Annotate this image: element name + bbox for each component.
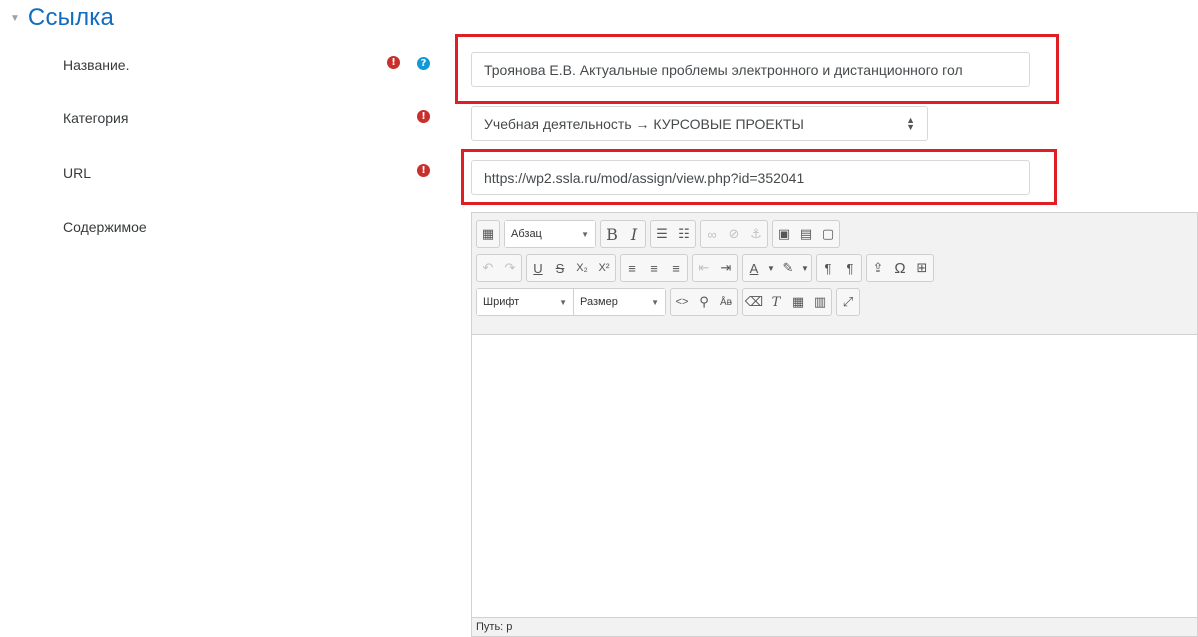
background-color-icon[interactable]: ✎ <box>777 255 799 281</box>
bold-icon[interactable]: B <box>601 221 623 247</box>
anchor-icon[interactable]: ⚓ <box>745 221 767 247</box>
image-icon[interactable]: ▣ <box>773 221 795 247</box>
highlight-box-name <box>455 34 1059 104</box>
fullscreen-icon[interactable]: ⤢ <box>837 289 859 315</box>
highlight-box-url <box>461 149 1057 205</box>
ordered-list-icon[interactable]: ☷ <box>673 221 695 247</box>
content-label: Содержимое <box>63 219 147 235</box>
redo-icon[interactable]: ↷ <box>499 255 521 281</box>
font-family-select[interactable]: Шрифт ▼ <box>477 289 573 315</box>
editor-statusbar: Путь: p <box>472 617 1197 636</box>
superscript-icon[interactable]: X² <box>593 255 615 281</box>
indent-icon[interactable]: ⇥ <box>715 255 737 281</box>
toolbar-row-2: ↶ ↷ U S X₂ X² ≡ ≡ ≡ ⇤ ⇥ A ▼ ✎ ▼ ¶ ¶ ⇪ Ω … <box>476 251 1197 285</box>
select-arrows-icon: ▲ ▼ <box>906 114 915 132</box>
paragraph-format-label: Абзац <box>511 228 542 240</box>
font-size-select[interactable]: Размер ▼ <box>573 289 665 315</box>
category-select[interactable]: Учебная деятельность → КУРСОВЫЕ ПРОЕКТЫ … <box>471 106 928 141</box>
collapse-caret-icon[interactable]: ▼ <box>10 13 20 24</box>
editor-toolbar: ▦ Абзац ▼ B I ☰ ☷ ∞ ⊘ ⚓ ▣ ▤ ▢ ↶ ↷ U S X₂… <box>472 213 1197 335</box>
chevron-down-icon: ▼ <box>581 229 589 239</box>
align-left-icon[interactable]: ≡ <box>621 255 643 281</box>
rtl-direction-icon[interactable]: ¶ <box>839 255 861 281</box>
toolbar-row-1: ▦ Абзац ▼ B I ☰ ☷ ∞ ⊘ ⚓ ▣ ▤ ▢ <box>476 217 1197 251</box>
name-label: Название. <box>63 57 130 73</box>
table-icon[interactable]: ⊞ <box>911 255 933 281</box>
underline-icon[interactable]: U <box>527 255 549 281</box>
link-icon[interactable]: ∞ <box>701 221 723 247</box>
media-icon[interactable]: ▤ <box>795 221 817 247</box>
unordered-list-icon[interactable]: ☰ <box>651 221 673 247</box>
rich-text-editor[interactable]: ▦ Абзац ▼ B I ☰ ☷ ∞ ⊘ ⚓ ▣ ▤ ▢ ↶ ↷ U S X₂… <box>471 212 1198 637</box>
find-replace-icon[interactable]: ⚲ <box>693 289 715 315</box>
category-label: Категория <box>63 110 129 126</box>
required-icon: ! <box>387 56 400 69</box>
paste-icon[interactable]: ▢ <box>817 221 839 247</box>
chevron-down-icon[interactable]: ▼ <box>799 255 811 281</box>
unlink-icon[interactable]: ⊘ <box>723 221 745 247</box>
subscript-icon[interactable]: X₂ <box>571 255 593 281</box>
paste-word-icon[interactable]: ▥ <box>809 289 831 315</box>
font-size-label: Размер <box>580 296 618 308</box>
align-center-icon[interactable]: ≡ <box>643 255 665 281</box>
character-map-icon[interactable]: Åᴃ <box>715 289 737 315</box>
text-color-icon[interactable]: A <box>743 255 765 281</box>
required-icon: ! <box>417 164 430 177</box>
section-header[interactable]: ▼ Ссылка <box>10 4 114 32</box>
undo-icon[interactable]: ↶ <box>477 255 499 281</box>
toolbar-row-3: Шрифт ▼ Размер ▼ <> ⚲ Åᴃ ⌫ T ▦ ▥ ⤢ <box>476 285 1197 319</box>
upload-icon[interactable]: ⇪ <box>867 255 889 281</box>
html-code-icon[interactable]: <> <box>671 289 693 315</box>
category-select-value: Учебная деятельность → КУРСОВЫЕ ПРОЕКТЫ <box>484 115 804 132</box>
section-title: Ссылка <box>27 4 115 31</box>
chevron-down-icon[interactable]: ▼ <box>765 255 777 281</box>
url-label: URL <box>63 165 92 181</box>
paste-text-icon[interactable]: ▦ <box>787 289 809 315</box>
remove-format-icon[interactable]: T <box>765 289 787 315</box>
chevron-down-icon: ▼ <box>559 297 567 307</box>
editor-content-area[interactable] <box>472 335 1197 617</box>
chevron-down-icon: ▼ <box>651 297 659 307</box>
strikethrough-icon[interactable]: S <box>549 255 571 281</box>
toolbar-toggle-icon[interactable]: ▦ <box>477 221 499 247</box>
clear-formatting-icon[interactable]: ⌫ <box>743 289 765 315</box>
align-right-icon[interactable]: ≡ <box>665 255 687 281</box>
help-icon[interactable]: ? <box>417 57 430 70</box>
italic-icon[interactable]: I <box>623 221 645 247</box>
paragraph-format-select[interactable]: Абзац ▼ <box>505 221 595 247</box>
ltr-direction-icon[interactable]: ¶ <box>817 255 839 281</box>
font-family-label: Шрифт <box>483 296 520 308</box>
required-icon: ! <box>417 110 430 123</box>
outdent-icon[interactable]: ⇤ <box>693 255 715 281</box>
special-character-icon[interactable]: Ω <box>889 255 911 281</box>
